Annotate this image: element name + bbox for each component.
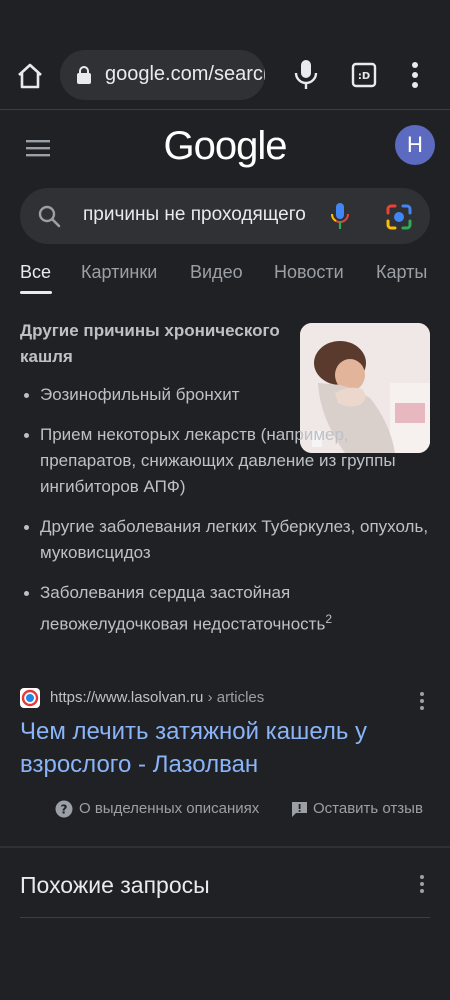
list-item: Эозинофильный бронхит — [20, 382, 430, 408]
result-breadcrumb: › articles — [203, 689, 265, 706]
list-item-text: Заболевания сердца застойная левожелудоч… — [40, 583, 326, 634]
list-item: Прием некоторых лекарств (например, преп… — [20, 422, 430, 500]
section-divider — [0, 846, 450, 848]
footnote-marker[interactable]: 2 — [325, 612, 332, 626]
bottom-bar — [0, 946, 450, 1000]
result-url[interactable]: https://www.lasolvan.ru › articles — [50, 689, 264, 706]
status-bar — [0, 0, 450, 40]
lens-icon[interactable] — [385, 203, 413, 231]
browser-toolbar: google.com/search :D — [0, 40, 450, 110]
snippet-title: Другие причины хронического кашля — [20, 321, 280, 366]
result-title-link[interactable]: Чем лечить затяжной кашель у взрослого -… — [20, 715, 430, 781]
help-icon: ? — [55, 800, 73, 818]
address-text: google.com/search — [105, 63, 265, 85]
list-item: Заболевания сердца застойная левожелудоч… — [20, 580, 430, 638]
voice-search-icon[interactable] — [330, 202, 350, 230]
feedback-icon — [292, 802, 307, 817]
tab-switcher-icon[interactable]: :D — [351, 62, 377, 88]
active-tab-indicator — [20, 291, 52, 294]
svg-text::D: :D — [358, 71, 370, 82]
microphone-icon[interactable] — [292, 58, 320, 92]
search-box[interactable]: причины не проходящего кашля — [20, 188, 430, 244]
search-icon — [38, 205, 61, 228]
avatar[interactable]: H — [395, 125, 435, 165]
site-favicon — [20, 688, 40, 708]
google-logo[interactable]: Google — [160, 124, 290, 172]
related-searches-heading: Похожие запросы — [20, 872, 210, 898]
tab-all[interactable]: Все — [20, 262, 51, 292]
related-more-icon[interactable] — [414, 873, 430, 895]
snippet-list: Эозинофильный бронхит Прием некоторых ле… — [20, 382, 430, 638]
tab-images[interactable]: Картинки — [81, 262, 157, 292]
about-snippets-label: О выделенных описаниях — [79, 800, 260, 817]
tab-news[interactable]: Новости — [274, 262, 344, 292]
more-vert-icon[interactable] — [403, 60, 427, 90]
hamburger-menu-icon[interactable] — [24, 136, 52, 160]
address-bar[interactable]: google.com/search — [60, 50, 265, 100]
search-tabs: Все Картинки Видео Новости Карты — [0, 262, 450, 298]
home-icon[interactable] — [14, 60, 46, 92]
result-more-icon[interactable] — [414, 690, 430, 712]
result-domain: https://www.lasolvan.ru — [50, 689, 204, 706]
lock-icon — [77, 66, 91, 84]
feedback-label: Оставить отзыв — [313, 800, 423, 817]
svg-text:?: ? — [61, 803, 68, 817]
related-divider — [20, 917, 430, 918]
list-item: Другие заболевания легких Туберкулез, оп… — [20, 514, 430, 566]
tab-video[interactable]: Видео — [190, 262, 243, 292]
search-input[interactable]: причины не проходящего кашля — [83, 204, 311, 230]
tab-maps[interactable]: Карты — [376, 262, 427, 292]
